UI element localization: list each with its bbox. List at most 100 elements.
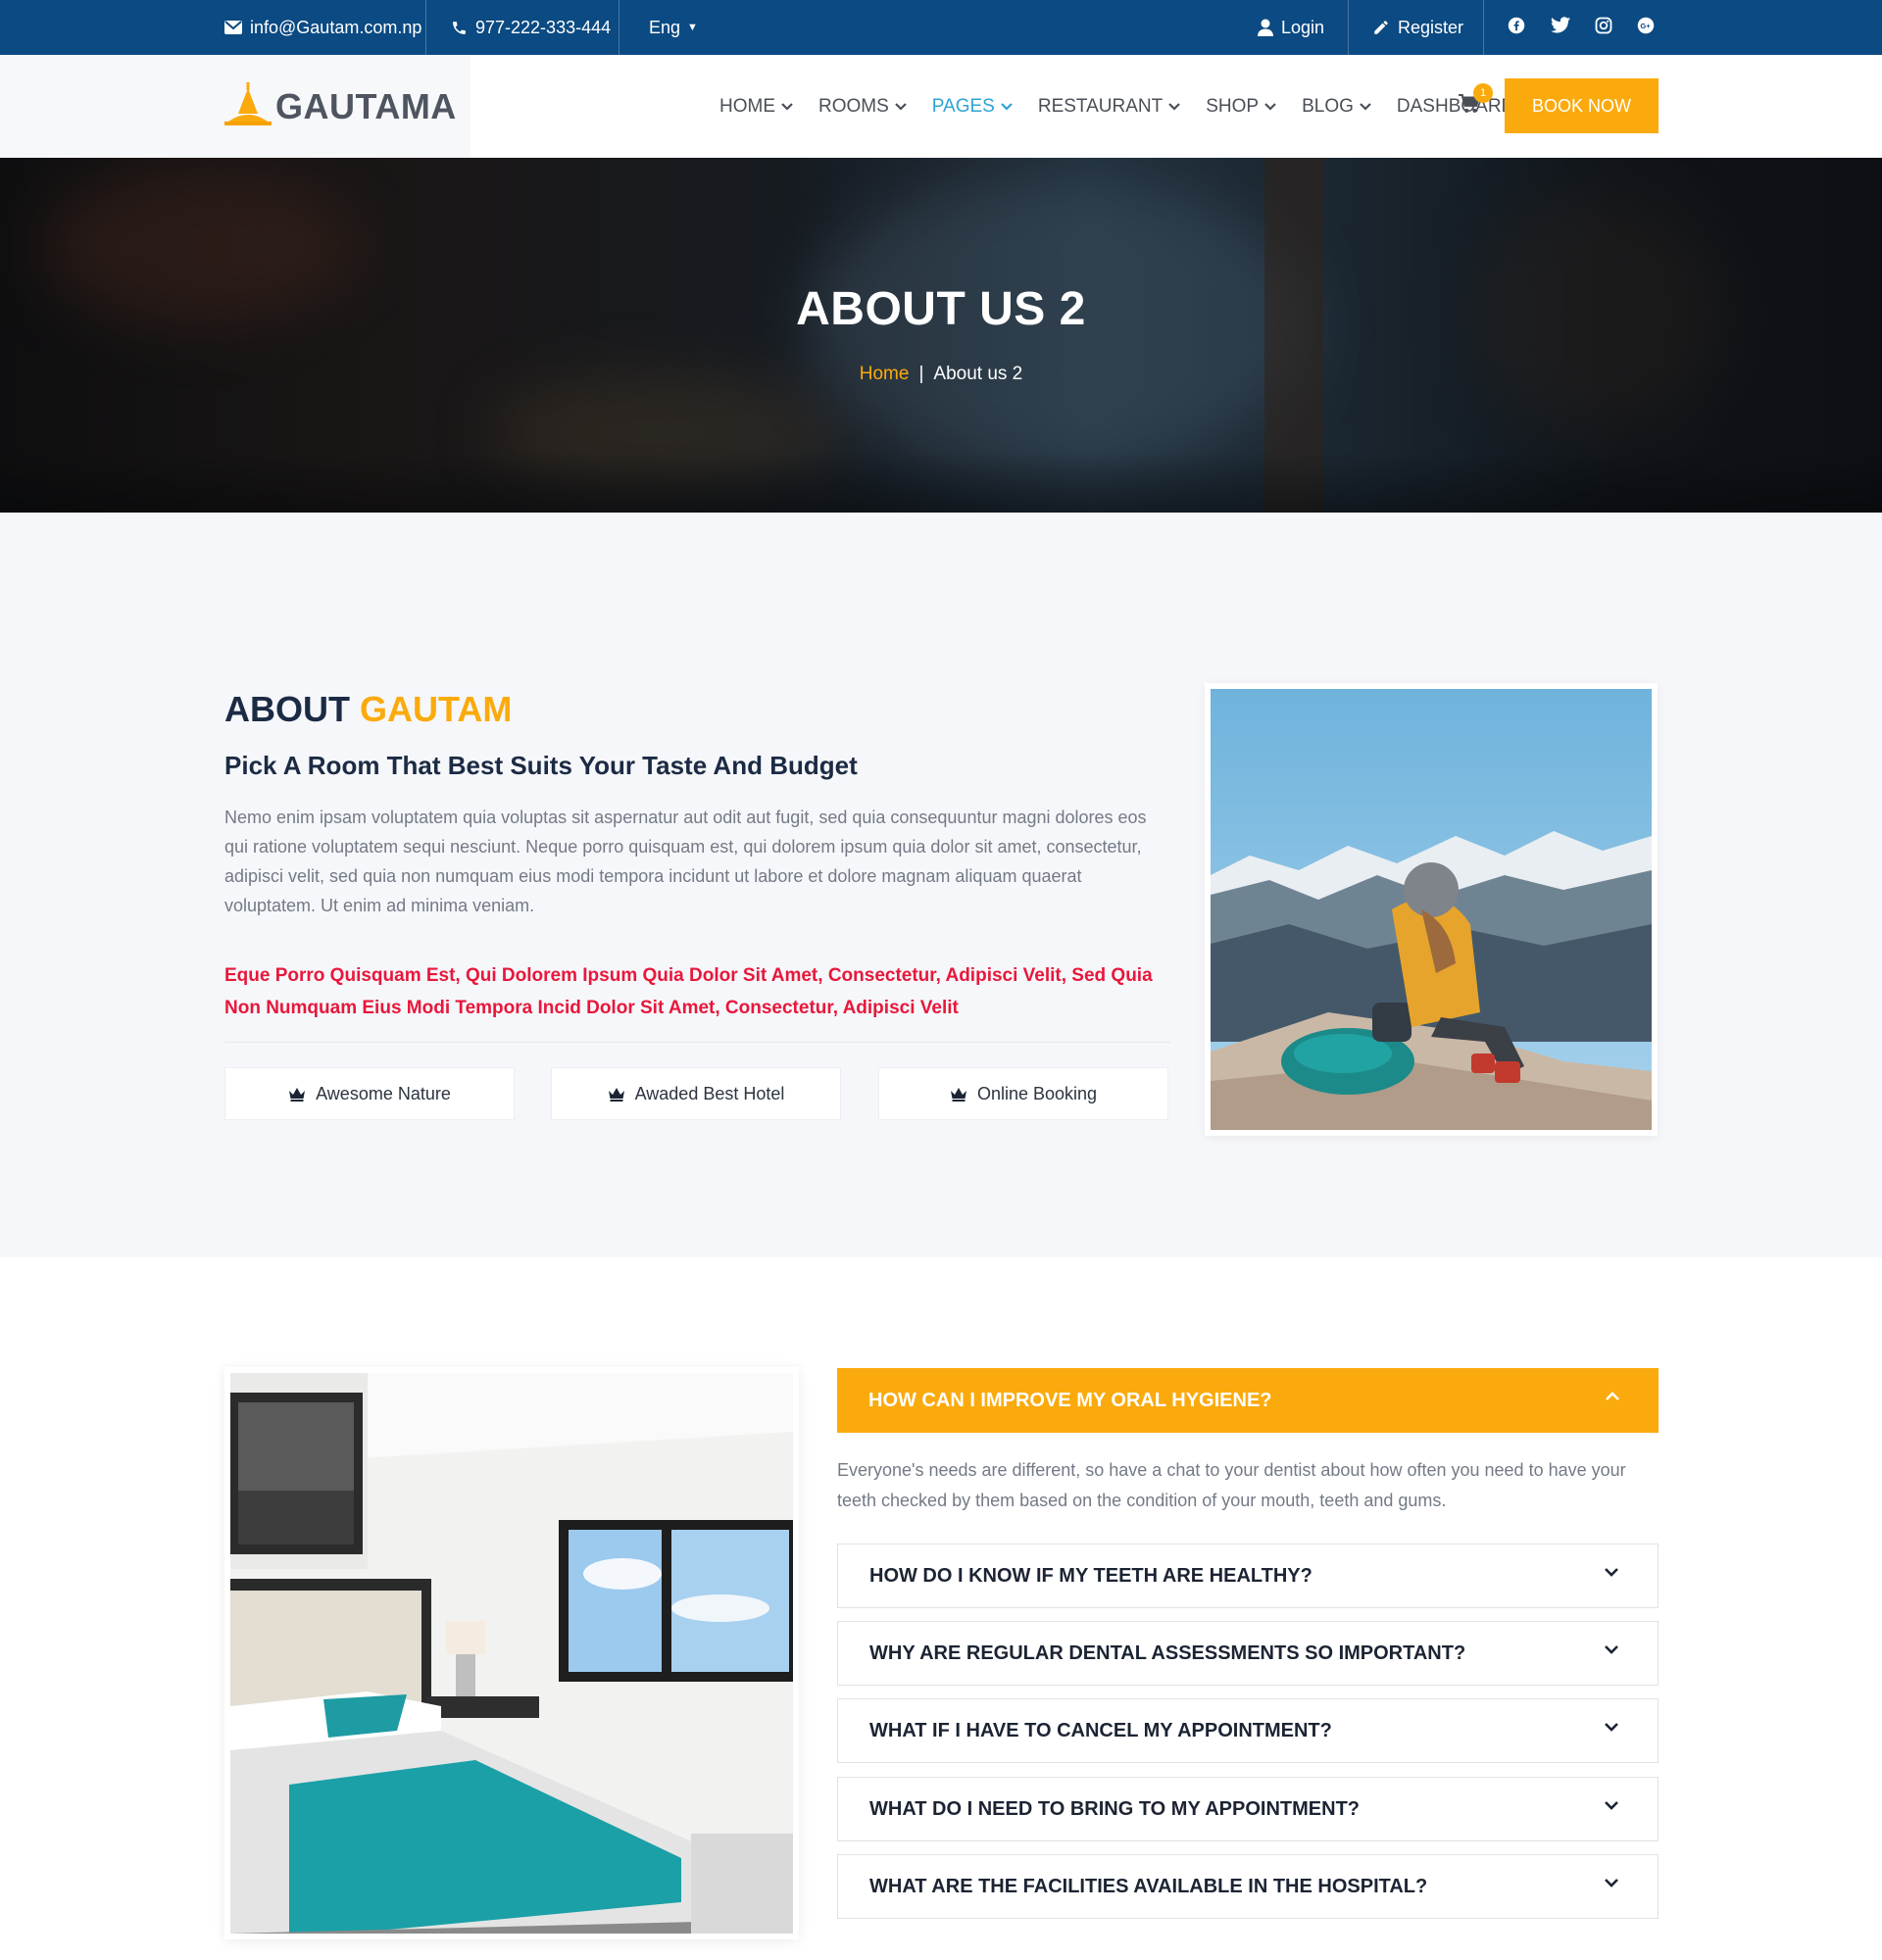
nav-item-pages[interactable]: PAGES [932,96,1013,118]
feature-online-booking: Online Booking [878,1067,1168,1120]
crown-icon [950,1086,967,1102]
envelope-icon [224,21,242,34]
crown-icon [288,1086,306,1102]
chevron-down-icon [895,102,907,111]
nav-label: PAGES [931,95,995,117]
cart-icon [1459,93,1481,118]
twitter-icon [1551,17,1570,38]
faq-item[interactable]: HOW DO I KNOW IF MY TEETH ARE HEALTHY? [837,1544,1659,1608]
about-subheading: Pick A Room That Best Suits Your Taste A… [224,751,858,780]
nav-label: HOME [719,95,775,117]
faq-section: HOW CAN I IMPROVE MY ORAL HYGIENE? Every… [0,1257,1882,1960]
pencil-icon [1372,19,1390,36]
chevron-down-icon [1001,102,1013,111]
login-label: Login [1281,17,1325,37]
feature-label: Online Booking [976,1083,1098,1103]
divider [224,1042,1170,1043]
chevron-down-icon [1264,102,1276,111]
page-title: ABOUT US 2 [796,283,1086,335]
room-image [224,1367,799,1939]
about-heading: ABOUT GAUTAM [224,689,512,730]
faq-question: WHAT ARE THE FACILITIES AVAILABLE IN THE… [869,1875,1428,1897]
faq-answer: Everyone's needs are different, so have … [837,1460,1626,1510]
crown-icon [608,1086,625,1102]
faq-item-open[interactable]: HOW CAN I IMPROVE MY ORAL HYGIENE? [837,1368,1659,1433]
nav-label: SHOP [1206,95,1260,117]
chevron-down-icon [1605,1879,1618,1887]
feature-label: Awaded Best Hotel [634,1083,785,1103]
top-bar: info@Gautam.com.np 977-222-333-444 Eng ▼… [0,0,1882,55]
nav-label: RESTAURANT [1037,95,1164,117]
facebook-icon [1508,17,1525,39]
chevron-down-icon [1605,1801,1618,1810]
breadcrumb-home-link[interactable]: Home [860,364,910,384]
divider [1348,0,1349,55]
chevron-down-icon [1605,1568,1618,1577]
faq-item[interactable]: WHAT DO I NEED TO BRING TO MY APPOINTMEN… [837,1777,1659,1841]
book-now-button[interactable]: BOOK NOW [1505,78,1659,133]
hiker-photo [1211,689,1652,1130]
nav-item-home[interactable]: HOME [719,96,793,118]
stupa-logo-icon [224,82,272,130]
faq-question: HOW DO I KNOW IF MY TEETH ARE HEALTHY? [869,1564,1312,1587]
page-banner: ABOUT US 2 Home | About us 2 [0,158,1882,513]
nav-item-blog[interactable]: BLOG [1302,96,1371,118]
nav-item-rooms[interactable]: ROOMS [818,96,907,118]
language-select[interactable]: Eng ▼ [649,0,698,55]
bedroom-photo [230,1373,793,1934]
about-heading-dark: ABOUT [224,689,350,729]
email-text: info@Gautam.com.np [250,17,422,37]
instagram-icon [1595,17,1612,39]
faq-item[interactable]: WHY ARE REGULAR DENTAL ASSESSMENTS SO IM… [837,1621,1659,1686]
faq-item[interactable]: WHAT ARE THE FACILITIES AVAILABLE IN THE… [837,1854,1659,1919]
about-heading-accent: GAUTAM [360,689,513,729]
faq-question: HOW CAN I IMPROVE MY ORAL HYGIENE? [868,1389,1272,1411]
instagram-link[interactable] [1595,0,1612,55]
phone-link[interactable]: 977-222-333-444 [451,0,611,55]
chevron-down-icon [1168,102,1181,111]
chevron-up-icon [1606,1392,1619,1400]
faq-question: WHAT DO I NEED TO BRING TO MY APPOINTMEN… [869,1797,1361,1820]
caret-down-icon: ▼ [687,22,698,33]
google-plus-link[interactable]: G+ [1637,0,1655,55]
feature-label: Awesome Nature [316,1083,451,1103]
breadcrumb-current: About us 2 [933,364,1023,384]
nav-item-shop[interactable]: SHOP [1206,96,1276,118]
login-link[interactable]: Login [1258,0,1324,55]
faq-item[interactable]: WHAT IF I HAVE TO CANCEL MY APPOINTMENT? [837,1698,1659,1763]
nav-label: ROOMS [818,95,889,117]
breadcrumb-separator: | [918,364,924,384]
chevron-down-icon [1605,1723,1618,1732]
email-link[interactable]: info@Gautam.com.np [224,0,421,55]
brand-logo[interactable]: GAUTAMA [224,82,457,130]
phone-icon [451,20,468,36]
brand-name: GAUTAMA [275,85,457,126]
faq-question: WHAT IF I HAVE TO CANCEL MY APPOINTMENT? [869,1719,1332,1741]
svg-text:G+: G+ [1640,22,1651,30]
about-highlight-text: Eque Porro Quisquam Est, Qui Dolorem Ips… [224,965,1153,1018]
chevron-down-icon [1605,1645,1618,1654]
divider [1483,0,1484,55]
about-paragraph: Nemo enim ipsam voluptatem quia voluptas… [224,808,1147,915]
nav-item-restaurant[interactable]: RESTAURANT [1037,95,1181,118]
language-label: Eng [649,17,681,37]
phone-text: 977-222-333-444 [475,17,612,37]
main-header: GAUTAMA HOME ROOMS PAGES RESTAURANT SHOP… [0,55,1882,158]
breadcrumb: Home | About us 2 [0,364,1882,385]
faq-question: WHY ARE REGULAR DENTAL ASSESSMENTS SO IM… [869,1642,1466,1664]
feature-awesome-nature: Awesome Nature [224,1067,515,1120]
chevron-down-icon [1360,102,1371,111]
main-nav: HOME ROOMS PAGES RESTAURANT SHOP BLOG DA… [719,55,1558,158]
feature-awarded-best-hotel: Awaded Best Hotel [551,1067,841,1120]
user-icon [1258,19,1273,36]
nav-label: BLOG [1302,95,1354,117]
facebook-link[interactable] [1508,0,1525,55]
divider [425,0,426,55]
about-image [1205,683,1658,1136]
register-label: Register [1398,17,1464,37]
about-section: ABOUT GAUTAM Pick A Room That Best Suits… [0,513,1882,1257]
register-link[interactable]: Register [1372,0,1463,55]
google-plus-icon: G+ [1637,17,1655,39]
nav-label: DASHBOARD [1396,95,1515,117]
twitter-link[interactable] [1551,0,1570,55]
